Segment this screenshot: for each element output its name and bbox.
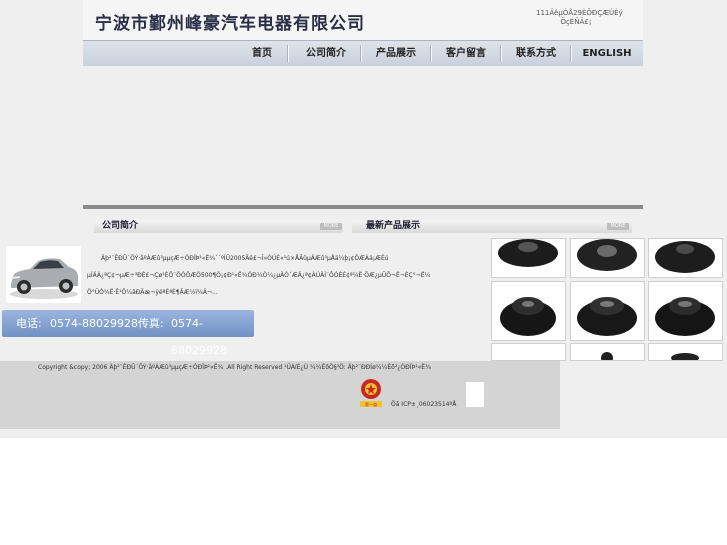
nav-item-about[interactable]: 公司简介 bbox=[291, 41, 361, 66]
products-more-button[interactable]: MORE bbox=[607, 223, 629, 230]
badge-caption: 第一道 bbox=[365, 401, 377, 407]
nav-item-english[interactable]: ENGLISH bbox=[571, 41, 643, 66]
fax-number: 0574-88029928 bbox=[171, 317, 227, 357]
product-thumbnail[interactable] bbox=[648, 281, 723, 341]
company-intro-text: Äþ²¨ÊÐÛ´ÖÝ·åºÀÆû³µµçÆ÷ÓÐÏÞ¹«Ë¾´´ºÍÜ2005Ä… bbox=[87, 250, 487, 301]
intro-line-3: Ö°ÜÓ¼Ë·Ê¹Ö¼ãÐÃæ¬ÿëªÈªÈ¶ÃÆ½ï¼Â¬... bbox=[87, 289, 218, 296]
footer-blank-image bbox=[466, 382, 484, 407]
nav-item-home[interactable]: 首页 bbox=[233, 41, 291, 66]
section-divider bbox=[83, 205, 643, 209]
product-thumbnail[interactable] bbox=[491, 238, 566, 278]
nav-separator bbox=[287, 45, 289, 62]
nav-item-contact[interactable]: 联系方式 bbox=[501, 41, 571, 66]
product-thumbnail[interactable] bbox=[491, 281, 566, 341]
police-badge-icon[interactable]: 第一道 bbox=[358, 377, 384, 409]
product-thumbnail[interactable] bbox=[648, 238, 723, 278]
copyright-text: Copyright &copy; 2006 Äþ²¨ÊÐÛ´ÖÝ·åºÀÆû³µ… bbox=[38, 364, 431, 371]
site-footer: Copyright &copy; 2006 Äþ²¨ÊÐÛ´ÖÝ·åºÀÆû³µ… bbox=[0, 361, 560, 429]
about-section-title: 公司简介 bbox=[102, 221, 139, 231]
product-thumbnail[interactable] bbox=[491, 343, 566, 361]
phone-number: 0574-88029928 bbox=[50, 317, 138, 330]
intro-line-1: Äþ²¨ÊÐÛ´ÖÝ·åºÀÆû³µµçÆ÷ÓÐÏÞ¹«Ë¾´´ºÍÜ2005Ä… bbox=[101, 255, 389, 262]
product-thumbnail[interactable] bbox=[570, 238, 645, 278]
header-date-info: 111ÄêµÓÅ29ÈÕÐÇÆÚÈý ÖçÉÑÄ£¡ bbox=[536, 9, 623, 27]
contact-phone-bar: 电话: 0574-88029928 传真: 0574-88029928 bbox=[2, 310, 254, 357]
product-thumbnail[interactable] bbox=[570, 343, 645, 361]
fax-label: 传真: bbox=[138, 317, 164, 330]
nav-item-guestbook[interactable]: 客户留言 bbox=[431, 41, 501, 66]
product-thumbnail[interactable] bbox=[648, 343, 723, 361]
products-section-header: 最新产品展示 MORE bbox=[352, 220, 632, 233]
products-section-title: 最新产品展示 bbox=[366, 221, 421, 231]
product-thumbnail[interactable] bbox=[570, 281, 645, 341]
nav-item-products[interactable]: 产品展示 bbox=[361, 41, 431, 66]
banner-area bbox=[83, 66, 643, 206]
about-section-header: 公司简介 MORE bbox=[94, 220, 343, 233]
header-info-line1: 111ÄêµÓÅ29ÈÕÐÇÆÚÈý bbox=[536, 9, 623, 17]
phone-label: 电话: bbox=[16, 317, 42, 330]
site-header: 宁波市鄞州峰豪汽车电器有限公司 111ÄêµÓÅ29ÈÕÐÇÆÚÈý ÖçÉÑÄ… bbox=[83, 0, 643, 40]
company-car-image bbox=[6, 246, 81, 303]
intro-line-2: µÍÄÁ¿ªÇ¢¬µÆ÷³ÐÈ£¬Çø¹ÈÕ¨ÕÓÕÆÖ500¶Ö¡¢Ð¹«Ë¾… bbox=[87, 272, 431, 279]
icp-record-number[interactable]: Õã ICP±¸06023514ºÅ bbox=[391, 401, 456, 408]
about-more-button[interactable]: MORE bbox=[320, 223, 342, 230]
header-info-line2: ÖçÉÑÄ£¡ bbox=[560, 18, 592, 26]
main-nav: 首页 公司简介 产品展示 客户留言 联系方式 ENGLISH bbox=[83, 40, 643, 67]
company-name-logo: 宁波市鄞州峰豪汽车电器有限公司 bbox=[95, 14, 365, 34]
